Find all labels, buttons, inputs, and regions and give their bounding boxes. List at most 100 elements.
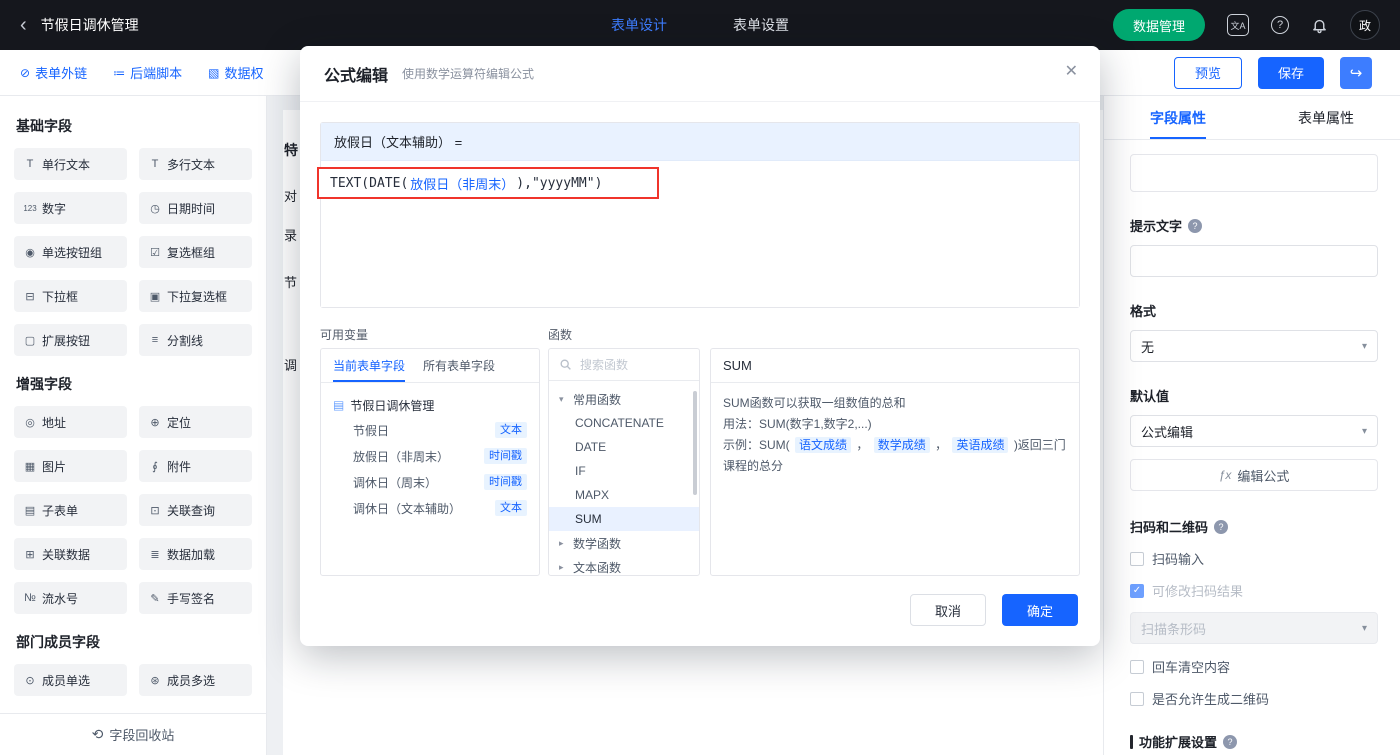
variable-row[interactable]: 调休日（文本辅助） 文本 <box>333 495 527 521</box>
function-search-input[interactable] <box>578 357 678 373</box>
formula-box: 放假日（文本辅助） = TEXT(DATE( 放假日（非周末） ),"yyyyM… <box>320 122 1080 308</box>
variable-row[interactable]: 节假日 文本 <box>333 417 527 443</box>
variable-row[interactable]: 调休日（周末） 时间戳 <box>333 469 527 495</box>
hint-help-icon[interactable]: ? <box>1188 219 1202 233</box>
field-item-serial-number[interactable]: №流水号 <box>14 582 127 614</box>
field-item-label: 扩展按钮 <box>42 332 90 349</box>
share-button[interactable]: ↪ <box>1340 57 1372 89</box>
user-avatar[interactable]: 政 <box>1350 10 1380 40</box>
field-item-label: 手写签名 <box>167 590 215 607</box>
field-item-multi-line-text[interactable]: T多行文本 <box>139 148 252 180</box>
function-group-label: 文本函数 <box>573 559 621 576</box>
field-item-location[interactable]: ⊕定位 <box>139 406 252 438</box>
field-item-single-line-text[interactable]: T单行文本 <box>14 148 127 180</box>
field-item-signature[interactable]: ✎手写签名 <box>139 582 252 614</box>
field-item-subform[interactable]: ▤子表单 <box>14 494 127 526</box>
function-group-math[interactable]: ▸ 数学函数 <box>549 531 699 555</box>
field-item-member-multi[interactable]: ⊛成员多选 <box>139 664 252 696</box>
backend-script-link[interactable]: ≔ 后端脚本 <box>113 63 182 82</box>
field-item-member-single[interactable]: ⊙成员单选 <box>14 664 127 696</box>
notification-bell-icon[interactable] <box>1311 17 1328 34</box>
checkbox-enter-clears[interactable]: 回车清空内容 <box>1130 657 1378 676</box>
variable-name: 调休日（文本辅助） <box>353 500 461 517</box>
member-single-icon: ⊙ <box>22 674 38 687</box>
field-item-label: 关联查询 <box>167 502 215 519</box>
caret-right-icon: ▸ <box>559 562 568 573</box>
dropdown-icon: ⊟ <box>22 290 38 303</box>
field-item-radio-group[interactable]: ◉单选按钮组 <box>14 236 127 268</box>
formula-field-chip[interactable]: 放假日（非周末） <box>410 174 514 193</box>
topbar-tabs: 表单设计 表单设置 <box>611 15 789 35</box>
tree-root[interactable]: ▤ 节假日调休管理 <box>333 393 527 417</box>
field-item-linked-query[interactable]: ⊡关联查询 <box>139 494 252 526</box>
formula-expression-highlight[interactable]: TEXT(DATE( 放假日（非周末） ),"yyyyMM") <box>317 167 659 199</box>
field-item-attachment[interactable]: ∮附件 <box>139 450 252 482</box>
scan-barcode-select[interactable]: 扫描条形码 ▾ <box>1130 612 1378 644</box>
scrollbar-thumb[interactable] <box>693 391 697 495</box>
function-item-if[interactable]: IF <box>549 459 699 483</box>
tab-all-form-fields[interactable]: 所有表单字段 <box>423 349 495 382</box>
subform-icon: ▤ <box>22 504 38 517</box>
field-item-address[interactable]: ◎地址 <box>14 406 127 438</box>
save-button[interactable]: 保存 <box>1258 57 1324 89</box>
data-permission-link[interactable]: ▧ 数据权 <box>208 63 263 82</box>
function-item-mapx[interactable]: MAPX <box>549 483 699 507</box>
function-item-concatenate[interactable]: CONCATENATE <box>549 411 699 435</box>
properties-panel: 字段属性 表单属性 提示文字 ? 格式 无 ▾ 默认值 公式编辑 ▾ ƒx 编辑… <box>1103 96 1400 755</box>
checkbox-scan-input[interactable]: 扫码输入 <box>1130 549 1378 568</box>
section-title-basic-fields: 基础字段 <box>16 116 252 136</box>
preview-button[interactable]: 预览 <box>1174 57 1242 89</box>
function-search[interactable] <box>549 349 699 381</box>
toolbar-actions: 预览 保存 ↪ <box>1174 57 1372 89</box>
data-manage-button[interactable]: 数据管理 <box>1113 9 1205 41</box>
close-icon[interactable]: ✕ <box>1065 64 1078 80</box>
extension-help-icon[interactable]: ? <box>1223 735 1237 749</box>
function-item-date[interactable]: DATE <box>549 435 699 459</box>
function-group-text[interactable]: ▸ 文本函数 <box>549 555 699 576</box>
field-title-input[interactable] <box>1130 154 1378 192</box>
default-value-select[interactable]: 公式编辑 ▾ <box>1130 415 1378 447</box>
field-item-extend-button[interactable]: ▢扩展按钮 <box>14 324 127 356</box>
field-item-data-load[interactable]: ≣数据加载 <box>139 538 252 570</box>
field-item-linked-data[interactable]: ⊞关联数据 <box>14 538 127 570</box>
edit-formula-button[interactable]: ƒx 编辑公式 <box>1130 459 1378 491</box>
scan-help-icon[interactable]: ? <box>1214 520 1228 534</box>
radio-group-icon: ◉ <box>22 246 38 259</box>
data-load-icon: ≣ <box>147 548 163 561</box>
tab-form-design[interactable]: 表单设计 <box>611 15 667 35</box>
function-item-sum[interactable]: SUM <box>549 507 699 531</box>
hint-text-input[interactable] <box>1130 245 1378 277</box>
checkbox-allow-qr-generate[interactable]: 是否允许生成二维码 <box>1130 689 1378 708</box>
field-item-datetime[interactable]: ◷日期时间 <box>139 192 252 224</box>
cancel-button[interactable]: 取消 <box>910 594 986 626</box>
tab-current-form-fields[interactable]: 当前表单字段 <box>333 349 405 382</box>
field-item-dropdown-multi[interactable]: ▣下拉复选框 <box>139 280 252 312</box>
formula-editor-area[interactable]: TEXT(DATE( 放假日（非周末） ),"yyyyMM") <box>321 161 1079 307</box>
formula-target-field: 放假日（文本辅助） = <box>321 123 1079 161</box>
field-item-checkbox-group[interactable]: ☑复选框组 <box>139 236 252 268</box>
translate-icon[interactable]: 文A <box>1227 14 1249 36</box>
field-item-label: 定位 <box>167 414 191 431</box>
tab-form-properties[interactable]: 表单属性 <box>1252 96 1400 139</box>
field-item-divider[interactable]: ≡分割线 <box>139 324 252 356</box>
variable-row[interactable]: 放假日（非周末） 时间戳 <box>333 443 527 469</box>
back-icon[interactable]: ‹ <box>20 15 27 35</box>
field-recycle-bin[interactable]: ⟲ 字段回收站 <box>0 713 266 755</box>
function-group-common[interactable]: ▾ 常用函数 <box>549 387 699 411</box>
toolbar-links: ⊘ 表单外链 ≔ 后端脚本 ▧ 数据权 <box>20 63 263 82</box>
confirm-button[interactable]: 确定 <box>1002 594 1078 626</box>
tab-form-settings[interactable]: 表单设置 <box>733 15 789 35</box>
field-item-number[interactable]: 123数字 <box>14 192 127 224</box>
canvas-field-label: 录 <box>284 225 297 244</box>
tab-field-properties[interactable]: 字段属性 <box>1104 96 1252 139</box>
field-item-dropdown[interactable]: ⊟下拉框 <box>14 280 127 312</box>
number-icon: 123 <box>22 204 38 213</box>
checkbox-editable-scan-result[interactable]: 可修改扫码结果 <box>1130 581 1378 600</box>
form-external-link[interactable]: ⊘ 表单外链 <box>20 63 87 82</box>
help-icon[interactable]: ? <box>1271 16 1289 34</box>
variable-name: 调休日（周末） <box>353 474 437 491</box>
format-select[interactable]: 无 ▾ <box>1130 330 1378 362</box>
variables-tree: ▤ 节假日调休管理 节假日 文本 放假日（非周末） 时间戳 调休日（周末） 时间… <box>321 383 539 531</box>
field-item-image[interactable]: ▦图片 <box>14 450 127 482</box>
checkbox-label: 扫码输入 <box>1152 549 1204 568</box>
